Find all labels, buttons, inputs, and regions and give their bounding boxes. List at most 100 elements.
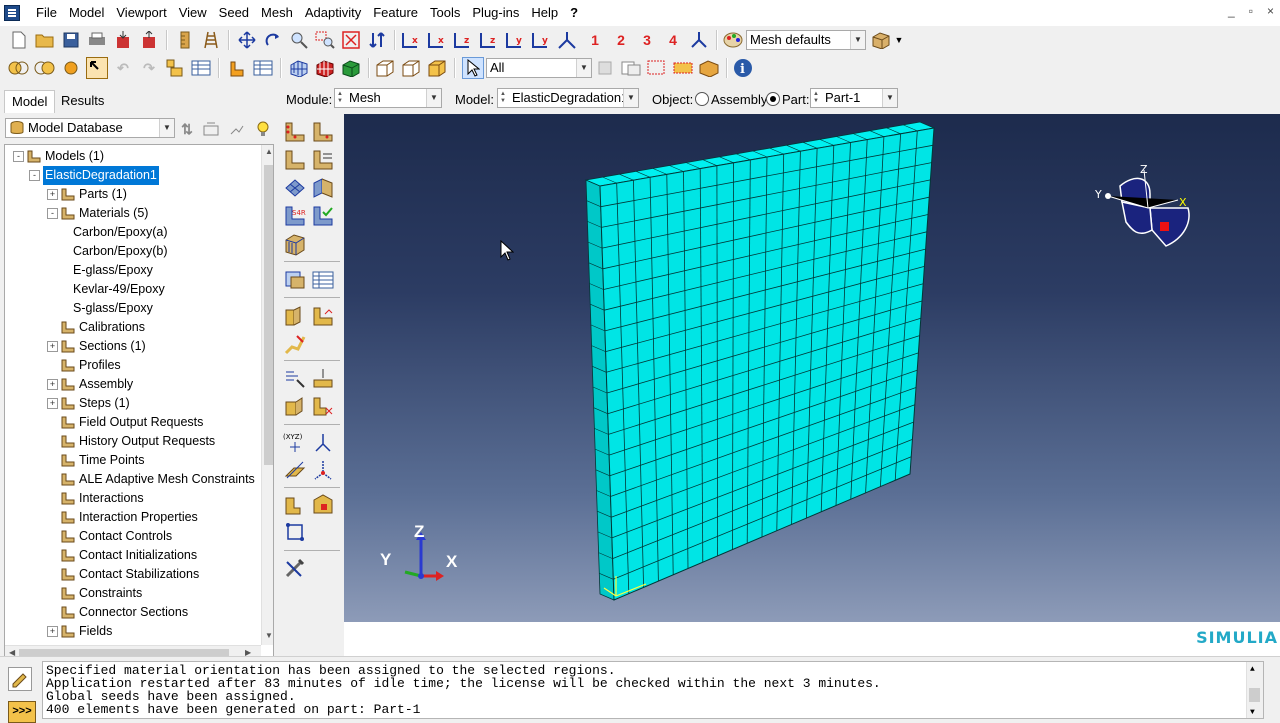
wireframe-icon[interactable] [288,57,310,79]
zoom-icon[interactable] [288,29,310,51]
tree-item[interactable]: + Assembly [5,375,261,394]
view-bottom-icon[interactable]: z [478,29,500,51]
tree-item[interactable]: History Output Requests [5,432,261,451]
model-select[interactable]: ▲ ▼ ElasticDegradation1 ▼ [497,88,639,108]
shaded-icon[interactable] [340,57,362,79]
tree-options-icon[interactable] [226,118,248,140]
verify-mesh-icon[interactable]: S4R [283,204,307,228]
tree-item[interactable]: + Fields [5,622,261,641]
export-icon[interactable] [138,29,160,51]
tree-item[interactable]: Interactions [5,489,261,508]
scroll-down-icon[interactable]: ▼ [265,631,273,640]
tab-model[interactable]: Model [4,90,56,113]
new-icon[interactable] [8,29,30,51]
scroll-thumb[interactable] [1249,688,1260,702]
menu-seed[interactable]: Seed [213,0,255,26]
menu-plug-ins[interactable]: Plug-ins [466,0,525,26]
pan-icon[interactable] [236,29,258,51]
expand-icon[interactable]: + [47,379,58,390]
cycle-views-icon[interactable] [366,29,388,51]
partition-face-icon[interactable] [283,304,307,328]
mesh-table-icon[interactable] [311,268,335,292]
create-datum-axis-icon[interactable] [311,430,335,454]
view-cube-icon[interactable]: Z Y X [1092,162,1192,262]
view-top-icon[interactable]: z [452,29,474,51]
box-zoom-icon[interactable] [314,29,336,51]
expand-icon[interactable]: + [47,189,58,200]
tree-item[interactable]: Profiles [5,356,261,375]
menu-file[interactable]: File [30,0,63,26]
app-icon[interactable] [4,5,20,21]
scroll-thumb[interactable] [264,165,273,465]
select-cursor-icon[interactable] [462,57,484,79]
selection-filter-select[interactable]: All ▼ [486,58,592,78]
mesh-part-icon[interactable] [283,232,307,256]
redo-icon[interactable]: ↷ [138,57,160,79]
part-select[interactable]: ▲ ▼ Part-1 ▼ [810,88,898,108]
color-code-select[interactable]: Mesh defaults ▼ [746,30,866,50]
import-icon[interactable] [112,29,134,51]
menu-tools[interactable]: Tools [424,0,466,26]
menu-view[interactable]: View [173,0,213,26]
shapes-icon[interactable] [164,57,186,79]
save-icon[interactable] [60,29,82,51]
element-type-icon[interactable] [311,176,335,200]
superimpose-icon[interactable] [8,57,30,79]
view-3-button[interactable]: 3 [636,29,658,51]
query-mesh-icon[interactable] [283,520,307,544]
part-radio[interactable] [766,92,780,106]
select-nodes-icon[interactable] [672,57,694,79]
create-datum-plane-icon[interactable] [283,458,307,482]
view-1-button[interactable]: 1 [584,29,606,51]
box-select-icon[interactable] [646,57,668,79]
menu-feature[interactable]: Feature [367,0,424,26]
collapse-icon[interactable]: - [13,151,24,162]
tree-item[interactable]: + Steps (1) [5,394,261,413]
restore-icon[interactable]: ▫ [1249,4,1253,18]
message-scrollbar[interactable]: ▲ ▼ [1246,662,1263,718]
delete-part-seeds-icon[interactable] [283,148,307,172]
close-icon[interactable]: × [1267,4,1274,18]
tree-item[interactable]: Carbon/Epoxy(a) [5,223,261,242]
seed-edges-icon[interactable] [311,120,335,144]
ruler-icon[interactable] [174,29,196,51]
auto-fit-icon[interactable] [340,29,362,51]
sphere-icon[interactable] [60,57,82,79]
delete-edge-seeds-icon[interactable] [311,148,335,172]
menu-model[interactable]: Model [63,0,110,26]
menu-adaptivity[interactable]: Adaptivity [299,0,367,26]
render-icon[interactable] [426,57,448,79]
drag-select-icon[interactable] [620,57,642,79]
create-datum-point-icon[interactable]: (XYZ) [283,430,307,454]
database-select[interactable]: Model Database ▼ [5,118,175,138]
tree-item[interactable]: Contact Stabilizations [5,565,261,584]
tree-item[interactable]: Field Output Requests [5,413,261,432]
tab-results[interactable]: Results [54,90,111,112]
color-palette-icon[interactable] [722,29,744,51]
menu-viewport[interactable]: Viewport [110,0,172,26]
selection-options-icon[interactable] [594,57,616,79]
tree-item[interactable]: Calibrations [5,318,261,337]
tree-item[interactable]: - Materials (5) [5,204,261,223]
edit-mesh-icon[interactable] [283,366,307,390]
tree-item[interactable]: Kevlar-49/Epoxy [5,280,261,299]
view-triad-icon[interactable] [688,29,710,51]
overlay-icon[interactable] [34,57,56,79]
expand-icon[interactable]: + [47,626,58,637]
minimize-icon[interactable]: _ [1228,4,1235,18]
perspective-off-icon[interactable] [374,57,396,79]
view-4-button[interactable]: 4 [662,29,684,51]
tree-item[interactable]: Time Points [5,451,261,470]
assign-element-type-icon[interactable] [311,204,335,228]
tree-vertical-scrollbar[interactable]: ▲ ▼ [261,145,273,645]
scroll-up-icon[interactable]: ▲ [1250,663,1255,676]
part-instance-icon[interactable] [226,57,248,79]
tree-filter-icon[interactable] [200,118,222,140]
mesh-region-icon[interactable] [283,268,307,292]
tools-icon[interactable] [283,556,307,580]
offset-mesh-icon[interactable] [311,366,335,390]
scroll-up-icon[interactable]: ▲ [265,147,273,156]
tree-item[interactable]: + Parts (1) [5,185,261,204]
view-back-icon[interactable]: x [426,29,448,51]
tree-item[interactable]: Carbon/Epoxy(b) [5,242,261,261]
